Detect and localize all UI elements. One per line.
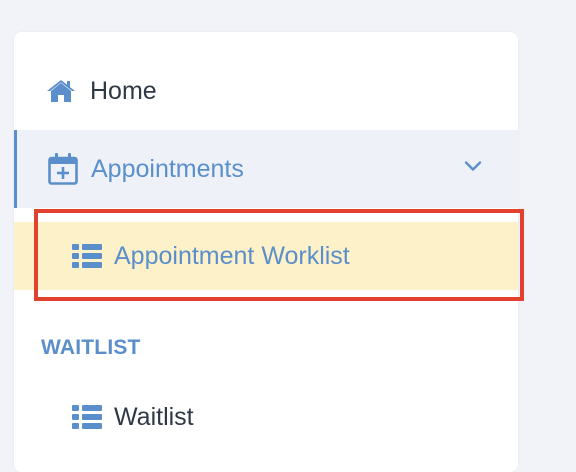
sidebar-item-label: Appointments — [91, 154, 244, 183]
sidebar-item-home[interactable]: Home — [14, 66, 518, 116]
section-header-waitlist: WAITLIST — [41, 336, 141, 359]
sidebar-item-label: Home — [90, 76, 157, 105]
sidebar-item-appointment-worklist[interactable]: Appointment Worklist — [14, 222, 518, 290]
sidebar-nav: Home Appointments Appointment Worklist W… — [14, 32, 518, 472]
sidebar-item-waitlist[interactable]: Waitlist — [14, 388, 518, 446]
chevron-down-icon[interactable] — [464, 160, 482, 172]
list-icon — [72, 405, 102, 429]
calendar-plus-icon — [47, 152, 79, 186]
sidebar-item-label: Waitlist — [114, 402, 194, 431]
list-icon — [72, 244, 102, 268]
sidebar-item-label: Appointment Worklist — [114, 241, 350, 270]
sidebar-item-appointments[interactable]: Appointments — [14, 130, 518, 208]
home-icon — [46, 78, 76, 104]
